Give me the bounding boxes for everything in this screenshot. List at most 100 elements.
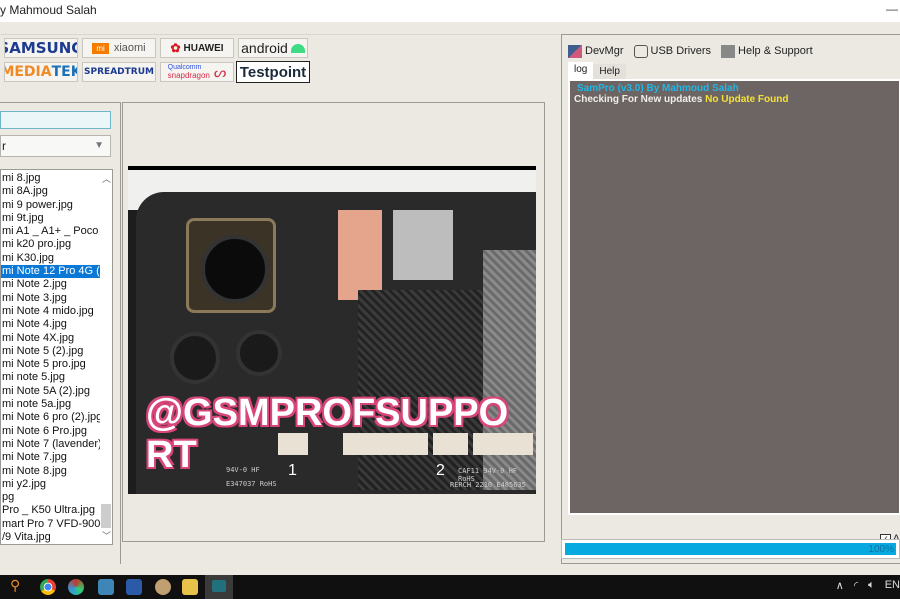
log-output[interactable]: SamPro (v3.0) By Mahmoud Salah Checking … [568,79,900,515]
progress-bar: 100% [561,539,900,559]
xiaomi-button[interactable]: mi xiaomi [82,38,156,58]
system-tray: ∧ ◜ 🔈︎ EN [836,579,900,592]
huawei-button[interactable]: ✿ HUAWEI [160,38,234,58]
testpoint-logo: Testpoint [239,63,307,81]
pcb-text: E347037 RoHS [226,480,277,488]
huawei-petal-icon: ✿ [170,41,181,55]
chip [393,210,453,280]
list-item[interactable]: mi Note 6 Pro.jpg [1,425,101,438]
samsung-button[interactable]: SAMSUNG [4,38,78,58]
log-title: SamPro (v3.0) By Mahmoud Salah [577,83,739,94]
log-panel: DevMgr USB Drivers Help & Support log He… [561,34,900,564]
list-item[interactable]: mi Note 12 Pro 4G (s [1,265,101,279]
list-item[interactable]: mi 9 power.jpg [1,199,101,212]
list-item[interactable]: mi Note 4X.jpg [1,332,101,345]
chevron-up-icon[interactable]: ︿ [102,172,111,185]
list-item[interactable]: mi y2.jpg [1,478,101,491]
list-item[interactable]: mi Note 7 (lavender) [1,438,101,451]
list-item[interactable]: mart Pro 7 VFD-900. [1,518,101,531]
testpoint-button[interactable]: Testpoint [236,61,310,83]
progress-label: 100% [868,544,894,555]
image-preview-panel: 1 2 94V-0 HF E347037 RoHS CAF11 94V-0 HF… [122,102,545,542]
model-combo[interactable]: r ▼ [0,135,111,157]
save-icon[interactable] [126,579,142,595]
snapdragon-icon: ᔕ [213,64,227,80]
device-manager-icon [568,44,582,58]
spreadtrum-button[interactable]: SPREADTRUM [82,62,156,82]
mediatek-button[interactable]: MEDIATEK [4,62,78,82]
list-item[interactable]: mi 8.jpg [1,172,101,185]
list-item[interactable]: mi K30.jpg [1,252,101,265]
help-icon [721,44,736,58]
list-item[interactable]: Pro _ K50 Ultra.jpg [1,504,101,517]
usb-drivers-label: USB Drivers [650,45,712,57]
list-item[interactable]: mi k20 pro.jpg [1,238,101,251]
window-title: y Mahmoud Salah [0,3,97,17]
list-item[interactable]: mi Note 2.jpg [1,278,101,291]
list-item[interactable]: pg [1,491,101,504]
mi-logo-icon: mi [92,42,109,54]
list-item[interactable]: mi 9t.jpg [1,212,101,225]
list-item[interactable]: mi Note 5 (2).jpg [1,345,101,358]
watermark: @GSMPROFSUPPO RT [146,392,508,476]
list-item[interactable]: mi Note 5A (2).jpg [1,385,101,398]
android-robot-icon [290,43,305,53]
list-item[interactable]: mi Note 8.jpg [1,465,101,478]
chrome-icon[interactable] [40,579,56,595]
scrollbar[interactable]: ︿ ﹀ [100,170,112,544]
list-item[interactable]: mi Note 4.jpg [1,318,101,331]
testpoint-image: 1 2 94V-0 HF E347037 RoHS CAF11 94V-0 HF… [128,166,536,494]
sampro-taskbar-icon[interactable] [205,575,233,599]
chevron-down-icon[interactable]: ▼ [94,140,104,151]
camera-2 [170,332,220,384]
mediatek-logo-part2: TEK [51,64,77,80]
paint-icon[interactable] [155,579,171,595]
log-update-status: No Update Found [705,94,789,105]
chevron-down-icon[interactable]: ﹀ [102,529,111,542]
language-indicator[interactable]: EN [885,579,900,592]
main-camera [186,218,276,313]
list-item[interactable]: mi Note 3.jpg [1,292,101,305]
toolbar: DevMgr USB Drivers Help & Support [568,41,813,61]
help-support-label: Help & Support [738,45,813,57]
search-icon[interactable]: ⚲ [10,577,26,593]
app-icon[interactable] [98,579,114,595]
devmgr-button[interactable]: DevMgr [568,41,624,61]
list-item[interactable]: mi Note 5 pro.jpg [1,358,101,371]
progress-fill: 100% [565,543,896,555]
help-support-button[interactable]: Help & Support [721,41,813,61]
list-item[interactable]: mi Note 6 pro (2).jpg [1,411,101,424]
list-item[interactable]: /9 Vita.jpg [1,531,101,544]
log-update-line: Checking For New updates No Update Found [574,94,895,105]
snapdragon-button[interactable]: Qualcomm snapdragon ᔕ [160,62,234,82]
usb-icon [633,44,648,58]
xiaomi-logo: xiaomi [113,42,146,54]
volume-icon[interactable]: 🔈︎ [868,579,875,592]
snapdragon-text: snapdragon [167,71,210,80]
minimize-button[interactable]: — [886,2,898,16]
tab-log[interactable]: log [568,62,594,79]
usb-drivers-button[interactable]: USB Drivers [633,41,712,61]
android-button[interactable]: android [238,38,308,58]
pcb-text: RERCH 2210 E485635 [450,481,526,489]
search-input[interactable] [0,111,111,129]
copper-shield [338,210,382,300]
spreadtrum-logo: SPREADTRUM [84,67,154,77]
tab-bar: log Help [568,62,626,79]
list-item[interactable]: mi Note 7.jpg [1,451,101,464]
list-item[interactable]: mi 8A.jpg [1,185,101,198]
taskbar: ⚲ ∧ ◜ 🔈︎ EN [0,575,900,599]
folder-icon[interactable] [182,579,198,595]
wifi-icon[interactable]: ◜ [854,579,858,592]
edge-icon[interactable] [68,579,84,595]
list-item[interactable]: mi note 5a.jpg [1,398,101,411]
chevron-up-icon[interactable]: ∧ [836,579,844,592]
file-listbox[interactable]: mi 8.jpg mi 8A.jpg mi 9 power.jpg mi 9t.jpg… [0,169,113,545]
scrollbar-thumb[interactable] [101,504,111,528]
list-item[interactable]: mi A1 _ A1+ _ Poco ( [1,225,101,238]
list-item[interactable]: mi note 5.jpg [1,371,101,384]
title-bar: y Mahmoud Salah — [0,0,900,22]
mediatek-logo-part1: MEDIA [4,64,52,80]
tab-help[interactable]: Help [593,64,626,79]
list-item[interactable]: mi Note 4 mido.jpg [1,305,101,318]
